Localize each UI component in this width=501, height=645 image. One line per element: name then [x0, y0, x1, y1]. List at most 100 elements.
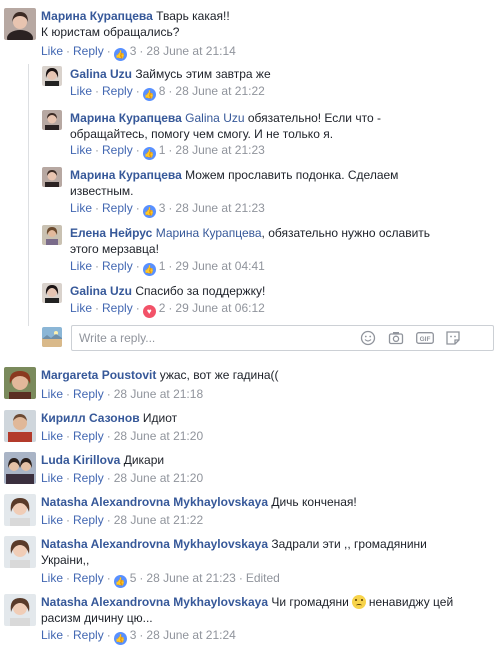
comment-text-line2: Украіни,,: [41, 553, 90, 567]
sticker-icon[interactable]: [445, 330, 461, 346]
avatar[interactable]: [4, 410, 36, 442]
reply-text: Спасибо за поддержку!: [135, 284, 266, 298]
reply-link[interactable]: Reply: [73, 44, 104, 58]
avatar[interactable]: [42, 110, 62, 130]
avatar[interactable]: [4, 594, 36, 626]
like-link[interactable]: Like: [41, 471, 63, 485]
svg-text:GIF: GIF: [420, 336, 431, 343]
emoji-icon[interactable]: [360, 330, 376, 346]
gif-icon[interactable]: GIF: [416, 330, 434, 346]
edited-label[interactable]: Edited: [246, 571, 280, 585]
reply-link[interactable]: Reply: [73, 471, 104, 485]
author-name[interactable]: Natasha Alexandrovna Mykhaylovskaya: [41, 537, 268, 551]
timestamp[interactable]: 28 June at 21:18: [114, 387, 203, 401]
author-name[interactable]: Марина Курапцева: [70, 168, 182, 182]
reply-link[interactable]: Reply: [73, 571, 104, 585]
camera-icon[interactable]: [388, 330, 404, 346]
author-name[interactable]: Елена Нейрус: [70, 226, 152, 240]
reply-link[interactable]: Reply: [102, 143, 133, 157]
comment-text-line2: К юристам обращались?: [41, 25, 180, 39]
reply-link[interactable]: Reply: [73, 387, 104, 401]
comment-text: Дикари: [123, 453, 165, 467]
reply-link[interactable]: Reply: [102, 84, 133, 98]
like-link[interactable]: Like: [41, 628, 63, 642]
like-reaction-icon[interactable]: 👍: [113, 48, 127, 61]
avatar[interactable]: [42, 283, 62, 303]
reaction-count[interactable]: 3: [130, 628, 137, 642]
like-reaction-icon[interactable]: 👍: [142, 147, 156, 160]
author-name[interactable]: Galina Uzu: [70, 67, 132, 81]
like-reaction-icon[interactable]: 👍: [142, 263, 156, 276]
like-link[interactable]: Like: [70, 301, 92, 315]
avatar[interactable]: [4, 367, 36, 399]
mention-link[interactable]: Марина Курапцева: [156, 226, 262, 240]
timestamp[interactable]: 29 June at 04:41: [175, 259, 264, 273]
avatar[interactable]: [42, 225, 62, 245]
comment-text: Дичь конченая!: [271, 495, 357, 509]
reaction-count[interactable]: 1: [159, 143, 166, 157]
like-link[interactable]: Like: [70, 259, 92, 273]
timestamp[interactable]: 29 June at 06:12: [175, 301, 264, 315]
reaction-count[interactable]: 1: [159, 259, 166, 273]
timestamp[interactable]: 28 June at 21:23: [175, 143, 264, 157]
mention-link[interactable]: Galina Uzu: [185, 111, 244, 125]
avatar[interactable]: [42, 66, 62, 86]
reply-link[interactable]: Reply: [73, 513, 104, 527]
like-reaction-icon[interactable]: 👍: [142, 88, 156, 101]
reaction-count[interactable]: 5: [130, 571, 137, 585]
comment-text-after-emoji: ненавиджу цей: [368, 595, 454, 609]
like-link[interactable]: Like: [41, 387, 63, 401]
reply-link[interactable]: Reply: [73, 628, 104, 642]
reply-link[interactable]: Reply: [102, 259, 133, 273]
avatar[interactable]: [4, 452, 36, 484]
timestamp[interactable]: 28 June at 21:22: [114, 513, 203, 527]
author-name[interactable]: Natasha Alexandrovna Mykhaylovskaya: [41, 595, 268, 609]
avatar[interactable]: [4, 536, 36, 568]
author-name[interactable]: Margareta Poustovit: [41, 368, 156, 382]
reply-link[interactable]: Reply: [102, 301, 133, 315]
like-link[interactable]: Like: [41, 44, 63, 58]
avatar[interactable]: [42, 167, 62, 187]
reaction-count[interactable]: 3: [159, 201, 166, 215]
timestamp[interactable]: 28 June at 21:20: [114, 429, 203, 443]
comment-text: Идиот: [142, 411, 178, 425]
like-link[interactable]: Like: [70, 84, 92, 98]
timestamp[interactable]: 28 June at 21:20: [114, 471, 203, 485]
like-reaction-icon[interactable]: 👍: [113, 575, 127, 588]
like-reaction-icon[interactable]: 👍: [113, 632, 127, 645]
reply-link[interactable]: Reply: [102, 201, 133, 215]
author-name[interactable]: Марина Курапцева: [41, 9, 153, 23]
like-reaction-icon[interactable]: 👍: [142, 205, 156, 218]
avatar[interactable]: [4, 494, 36, 526]
like-link[interactable]: Like: [70, 143, 92, 157]
comments-panel: Марина Курапцева Тварь какая!! К юристам…: [0, 0, 501, 645]
reply-text-line2: известным.: [70, 184, 134, 198]
comment-text: ужас, вот же гадина((: [159, 368, 279, 382]
reply-text: обязательно! Если что -: [244, 111, 381, 125]
reply-text-line2: обращайтесь, помогу чем смогу. И не толь…: [70, 127, 334, 141]
reply-input[interactable]: [77, 329, 351, 347]
like-link[interactable]: Like: [41, 429, 63, 443]
avatar[interactable]: [4, 8, 36, 40]
timestamp[interactable]: 28 June at 21:23: [146, 571, 235, 585]
like-link[interactable]: Like: [70, 201, 92, 215]
reaction-count[interactable]: 3: [130, 44, 137, 58]
timestamp[interactable]: 28 June at 21:14: [146, 44, 235, 58]
like-link[interactable]: Like: [41, 513, 63, 527]
timestamp[interactable]: 28 June at 21:23: [175, 201, 264, 215]
author-name[interactable]: Кирилл Сазонов: [41, 411, 140, 425]
reply-text: , обязательно нужно ославить: [261, 226, 431, 240]
heart-reaction-icon[interactable]: ♥: [142, 305, 156, 318]
author-name[interactable]: Марина Курапцева: [70, 111, 182, 125]
reply-text: Можем прославить подонка. Сделаем: [185, 168, 399, 182]
reply-composer[interactable]: GIF: [71, 325, 494, 351]
author-name[interactable]: Natasha Alexandrovna Mykhaylovskaya: [41, 495, 268, 509]
author-name[interactable]: Galina Uzu: [70, 284, 132, 298]
reply-link[interactable]: Reply: [73, 429, 104, 443]
like-link[interactable]: Like: [41, 571, 63, 585]
timestamp[interactable]: 28 June at 21:24: [146, 628, 235, 642]
reaction-count[interactable]: 2: [159, 301, 166, 315]
timestamp[interactable]: 28 June at 21:22: [175, 84, 264, 98]
author-name[interactable]: Luda Kirillova: [41, 453, 120, 467]
reaction-count[interactable]: 8: [159, 84, 166, 98]
